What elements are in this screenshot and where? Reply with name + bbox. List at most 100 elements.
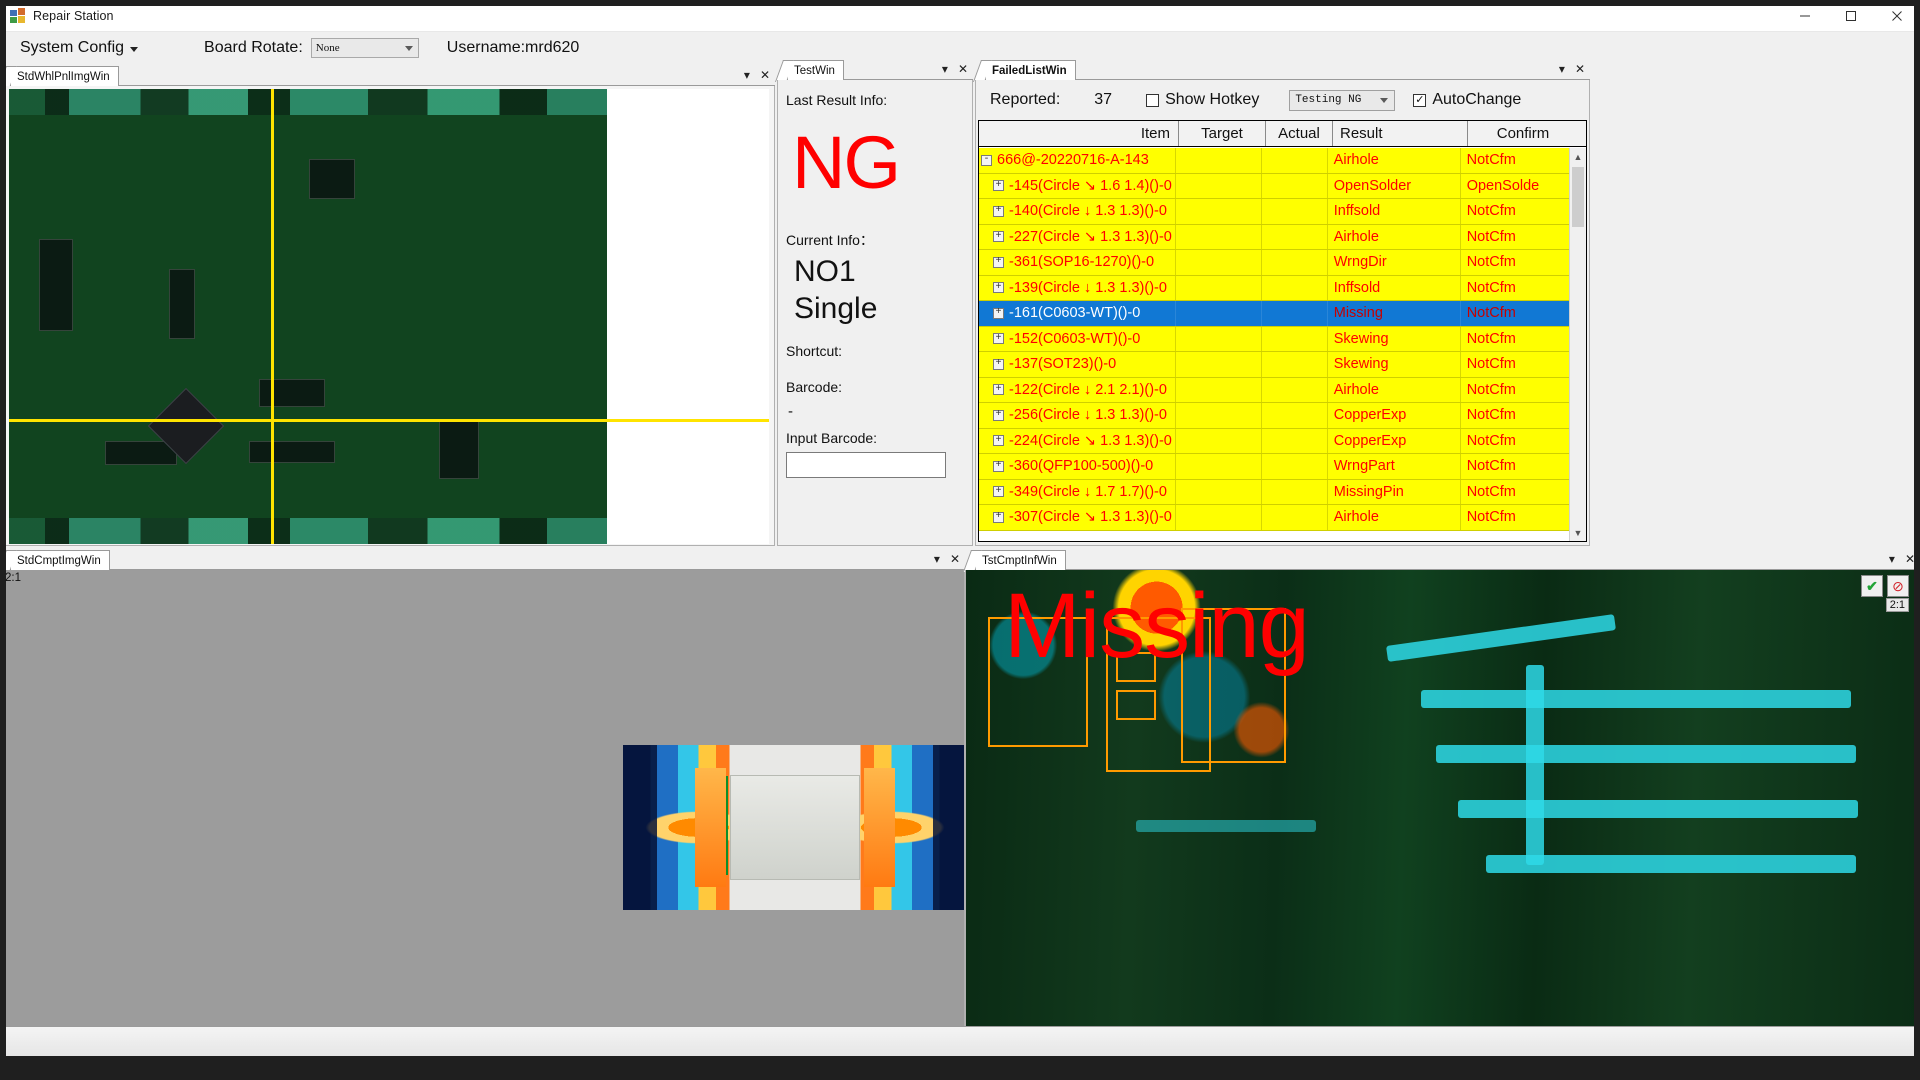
board-image-viewport[interactable]	[9, 89, 769, 544]
cell-result: MissingPin	[1328, 480, 1461, 505]
tab-stdwhlpnlimgwin[interactable]: StdWhlPnlImgWin	[10, 66, 119, 86]
tst-cmpt-zoom-level: 2:1	[1886, 598, 1909, 612]
board-rotate-select[interactable]: None	[311, 38, 419, 58]
expand-icon[interactable]: +	[993, 333, 1004, 344]
chevron-down-icon[interactable]: ▼	[1570, 524, 1586, 541]
close-icon[interactable]: ✕	[760, 69, 770, 81]
expand-icon[interactable]: +	[993, 257, 1004, 268]
taskbar-item[interactable]	[360, 1074, 535, 1080]
cell-actual	[1262, 225, 1328, 250]
tab-stdcmptimgwin[interactable]: StdCmptImgWin	[10, 550, 110, 570]
table-row[interactable]: +-256(Circle ↓ 1.3 1.3)()-0CopperExpNotC…	[979, 403, 1569, 429]
cell-confirm: NotCfm	[1461, 327, 1569, 352]
table-row[interactable]: +-137(SOT23)()-0SkewingNotCfm	[979, 352, 1569, 378]
close-icon[interactable]: ✕	[1905, 553, 1915, 565]
maximize-icon[interactable]	[1828, 0, 1874, 32]
chevron-down-icon[interactable]: ▾	[744, 69, 750, 81]
column-header-target[interactable]: Target	[1179, 121, 1266, 146]
tab-tstcmptinfwin[interactable]: TstCmptInfWin	[975, 550, 1066, 570]
chevron-down-icon[interactable]: ▾	[1559, 63, 1565, 75]
table-row[interactable]: -666@-20220716-A-143AirholeNotCfm	[979, 148, 1569, 174]
tab-label: TstCmptInfWin	[982, 555, 1057, 567]
table-row[interactable]: +-361(SOP16-1270)()-0WrngDirNotCfm	[979, 250, 1569, 276]
cell-confirm: NotCfm	[1461, 199, 1569, 224]
chevron-down-icon[interactable]: ▾	[1889, 553, 1895, 565]
column-header-actual[interactable]: Actual	[1266, 121, 1333, 146]
expand-icon[interactable]: +	[993, 359, 1004, 370]
chevron-down-icon[interactable]: ▾	[934, 553, 940, 565]
table-row[interactable]: +-224(Circle ↘ 1.3 1.3)()-0CopperExpNotC…	[979, 429, 1569, 455]
cell-result: Airhole	[1328, 378, 1461, 403]
expand-icon[interactable]: +	[993, 308, 1004, 319]
table-row[interactable]: +-360(QFP100-500)()-0WrngPartNotCfm	[979, 454, 1569, 480]
expand-icon[interactable]: +	[993, 282, 1004, 293]
minimize-icon[interactable]	[1782, 0, 1828, 32]
expand-icon[interactable]: +	[993, 384, 1004, 395]
expand-icon[interactable]: +	[993, 206, 1004, 217]
checkbox-box	[1146, 94, 1159, 107]
scrollbar-thumb[interactable]	[1572, 167, 1584, 227]
taskbar-item[interactable]	[543, 1074, 629, 1080]
cell-result: Airhole	[1328, 505, 1461, 530]
cell-item: +-145(Circle ↘ 1.6 1.4)()-0	[979, 174, 1176, 199]
cell-confirm: NotCfm	[1461, 429, 1569, 454]
expand-icon[interactable]: +	[993, 410, 1004, 421]
cell-item: +-122(Circle ↓ 2.1 2.1)()-0	[979, 378, 1176, 403]
close-icon[interactable]: ✕	[1575, 63, 1585, 75]
cell-confirm: NotCfm	[1461, 505, 1569, 530]
tab-testwin[interactable]: TestWin	[787, 60, 844, 80]
ok-check-icon[interactable]: ✔	[1861, 575, 1883, 597]
menu-system-config[interactable]: System Config	[14, 39, 144, 57]
column-header-confirm[interactable]: Confirm	[1468, 121, 1578, 146]
table-row[interactable]: +-307(Circle ↘ 1.3 1.3)()-0AirholeNotCfm	[979, 505, 1569, 531]
column-header-result[interactable]: Result	[1333, 121, 1468, 146]
cell-item-text: -227(Circle ↘ 1.3 1.3)()-0	[1009, 229, 1172, 245]
table-row[interactable]: +-140(Circle ↓ 1.3 1.3)()-0InffsoldNotCf…	[979, 199, 1569, 225]
show-hotkey-checkbox[interactable]: Show Hotkey	[1146, 91, 1259, 109]
table-row[interactable]: +-145(Circle ↘ 1.6 1.4)()-0OpenSolderOpe…	[979, 174, 1569, 200]
close-icon[interactable]	[1874, 0, 1920, 32]
expand-icon[interactable]: +	[993, 231, 1004, 242]
tab-label: FailedListWin	[992, 65, 1067, 77]
taskbar-item[interactable]	[637, 1074, 723, 1080]
cell-item: -666@-20220716-A-143	[979, 148, 1176, 173]
taskbar[interactable]	[0, 1056, 1920, 1080]
cell-result: WrngPart	[1328, 454, 1461, 479]
column-header-item[interactable]: Item	[979, 121, 1179, 146]
chevron-down-icon[interactable]: ▾	[942, 63, 948, 75]
table-row[interactable]: +-122(Circle ↓ 2.1 2.1)()-0 AirholeNotCfm	[979, 378, 1569, 404]
ng-reject-icon[interactable]: ⊘	[1887, 575, 1909, 597]
expand-icon[interactable]: +	[993, 461, 1004, 472]
close-icon[interactable]: ✕	[950, 553, 960, 565]
autochange-checkbox[interactable]: ✓ AutoChange	[1413, 91, 1521, 109]
table-row[interactable]: +-227(Circle ↘ 1.3 1.3)()-0AirholeNotCfm	[979, 225, 1569, 251]
table-row[interactable]: +-152(C0603-WT)()-0SkewingNotCfm	[979, 327, 1569, 353]
close-icon[interactable]: ✕	[958, 63, 968, 75]
expand-icon[interactable]: +	[993, 512, 1004, 523]
input-barcode-field[interactable]	[786, 452, 946, 478]
chevron-up-icon[interactable]: ▲	[1570, 148, 1586, 165]
testing-status-select[interactable]: Testing NG	[1289, 90, 1395, 111]
panel-tools-stdcmpt: ▾ ✕	[934, 549, 960, 569]
expand-icon[interactable]: +	[993, 435, 1004, 446]
expand-icon[interactable]: +	[993, 486, 1004, 497]
defect-overlay-text: Missing	[1004, 580, 1309, 672]
cell-target	[1176, 250, 1262, 275]
cell-confirm: NotCfm	[1461, 378, 1569, 403]
panel-tabrow-tstcmpt: TstCmptInfWin ▾ ✕	[965, 548, 1920, 570]
grid-vertical-scrollbar[interactable]: ▲ ▼	[1569, 148, 1586, 541]
table-row[interactable]: +-139(Circle ↓ 1.3 1.3)()-0InffsoldNotCf…	[979, 276, 1569, 302]
panel-test-component-info: TstCmptInfWin ▾ ✕ Missing	[965, 548, 1920, 1041]
tab-label: TestWin	[794, 65, 835, 77]
reported-label: Reported:	[990, 91, 1060, 109]
tab-failedlistwin[interactable]: FailedListWin	[985, 60, 1076, 80]
panel-body-tstcmpt: Missing ✔ ⊘ 2:1	[965, 570, 1920, 1041]
cell-confirm: NotCfm	[1461, 148, 1569, 173]
cell-item-text: -137(SOT23)()-0	[1009, 356, 1116, 372]
taskbar-item[interactable]	[731, 1074, 817, 1080]
menu-system-config-label: System Config	[20, 39, 124, 57]
table-row[interactable]: +-161(C0603-WT)()-0MissingNotCfm	[979, 301, 1569, 327]
table-row[interactable]: +-349(Circle ↓ 1.7 1.7)()-0MissingPinNot…	[979, 480, 1569, 506]
collapse-icon[interactable]: -	[981, 155, 992, 166]
expand-icon[interactable]: +	[993, 180, 1004, 191]
